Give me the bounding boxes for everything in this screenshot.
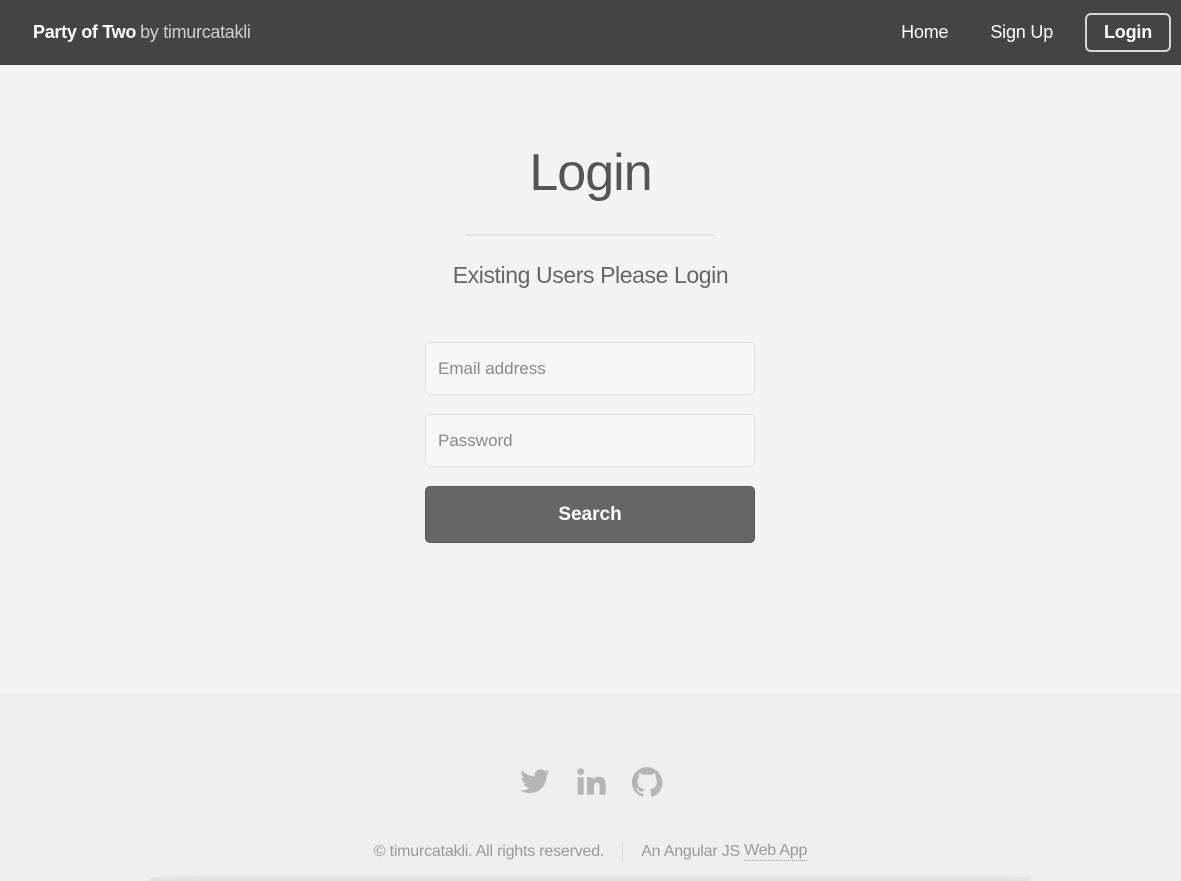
email-field[interactable] bbox=[425, 342, 755, 395]
copyright-text: © timurcatakli. All rights reserved. bbox=[373, 842, 605, 860]
app-credit-prefix: An Angular JS bbox=[641, 842, 740, 860]
page-subtitle: Existing Users Please Login bbox=[452, 262, 729, 288]
footer-shadow bbox=[150, 874, 1030, 881]
top-navbar: Party of Two by timurcatakli Home Sign U… bbox=[0, 0, 1181, 65]
footer-separator bbox=[622, 842, 624, 861]
nav-signup-link[interactable]: Sign Up bbox=[969, 22, 1074, 43]
submit-button[interactable]: Search bbox=[425, 486, 755, 543]
brand-author: by timurcatakli bbox=[140, 22, 251, 42]
nav-home-link[interactable]: Home bbox=[880, 22, 969, 43]
title-divider bbox=[465, 234, 715, 236]
brand-name[interactable]: Party of Two bbox=[33, 22, 136, 43]
nav-login-link[interactable]: Login bbox=[1085, 13, 1171, 52]
web-app-link[interactable]: Web App bbox=[744, 842, 807, 861]
twitter-icon[interactable] bbox=[519, 766, 551, 798]
password-field[interactable] bbox=[425, 414, 755, 467]
brand[interactable]: Party of Two by timurcatakli bbox=[33, 22, 251, 43]
login-section: Login Existing Users Please Login Search bbox=[0, 65, 1181, 693]
footer: © timurcatakli. All rights reserved. An … bbox=[0, 693, 1181, 881]
github-icon[interactable] bbox=[631, 766, 663, 798]
social-links bbox=[0, 766, 1181, 798]
footer-credits: © timurcatakli. All rights reserved. An … bbox=[0, 842, 1181, 861]
page-title: Login bbox=[529, 144, 652, 202]
linkedin-icon[interactable] bbox=[575, 766, 607, 798]
main-nav: Home Sign Up Login bbox=[880, 0, 1171, 65]
